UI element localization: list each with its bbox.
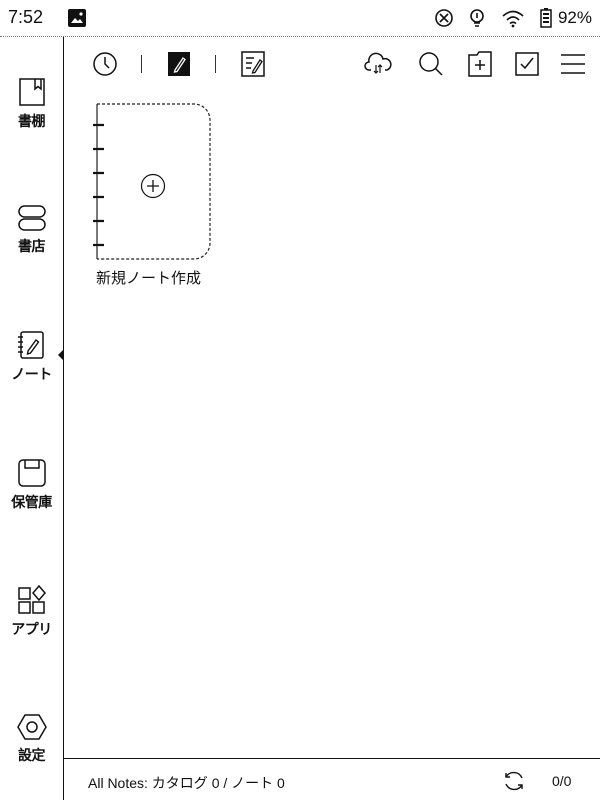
sidebar-item-store[interactable]: 書店: [0, 204, 63, 256]
sidebar-item-label: ノート: [11, 367, 52, 383]
sidebar-item-label: アプリ: [11, 622, 52, 638]
sidebar-item-label: 保管庫: [11, 495, 52, 511]
bookshelf-icon: [18, 78, 45, 106]
notebook-icon[interactable]: [167, 51, 191, 81]
toolbar-separator: [215, 55, 216, 73]
toolbar-separator: [141, 55, 142, 73]
battery-percentage: 92%: [557, 8, 592, 27]
note-list-icon[interactable]: [240, 51, 266, 81]
select-icon[interactable]: [514, 51, 540, 81]
cloud-sync-icon[interactable]: [364, 51, 392, 81]
notes-summary: All Notes: カタログ 0 / ノート 0: [88, 775, 285, 791]
new-folder-icon[interactable]: [467, 51, 493, 81]
refresh-icon[interactable]: [502, 769, 526, 797]
storage-icon: [17, 459, 46, 487]
sidebar: 書棚 書店 ノート 保管庫 アプリ 設定: [0, 37, 64, 800]
sidebar-item-label: 設定: [18, 748, 46, 764]
image-notification-icon: [68, 9, 86, 27]
new-note-notebook[interactable]: [92, 103, 211, 260]
wifi-icon: [500, 8, 526, 28]
footer-bar: All Notes: カタログ 0 / ノート 0 0/0: [64, 758, 600, 801]
light-bulb-icon: [468, 8, 486, 28]
menu-icon[interactable]: [560, 51, 586, 81]
battery-icon: [540, 8, 552, 28]
status-bar: 7:52 92%: [0, 0, 600, 36]
new-note-label: 新規ノート作成: [96, 269, 202, 287]
sidebar-item-label: 書店: [18, 239, 46, 255]
sidebar-item-settings[interactable]: 設定: [0, 713, 63, 765]
search-icon[interactable]: [418, 51, 444, 81]
active-indicator: [58, 350, 63, 360]
clock-icon[interactable]: [92, 51, 118, 81]
new-note-tile[interactable]: 新規ノート作成: [92, 103, 216, 288]
sidebar-item-bookshelf[interactable]: 書棚: [0, 77, 63, 131]
page-indicator: 0/0: [552, 773, 572, 789]
toolbar: [64, 37, 600, 93]
add-circle-icon: [140, 173, 166, 203]
sidebar-item-notes[interactable]: ノート: [0, 330, 63, 384]
sidebar-item-apps[interactable]: アプリ: [0, 585, 63, 639]
apps-icon: [17, 585, 46, 614]
sidebar-item-storage[interactable]: 保管庫: [0, 458, 63, 512]
no-sync-icon: [434, 8, 454, 28]
status-time: 7:52: [8, 7, 44, 27]
sidebar-item-label: 書棚: [18, 114, 46, 130]
store-icon: [17, 205, 46, 231]
note-pen-icon: [17, 331, 44, 359]
settings-hexagon-icon: [16, 714, 47, 740]
